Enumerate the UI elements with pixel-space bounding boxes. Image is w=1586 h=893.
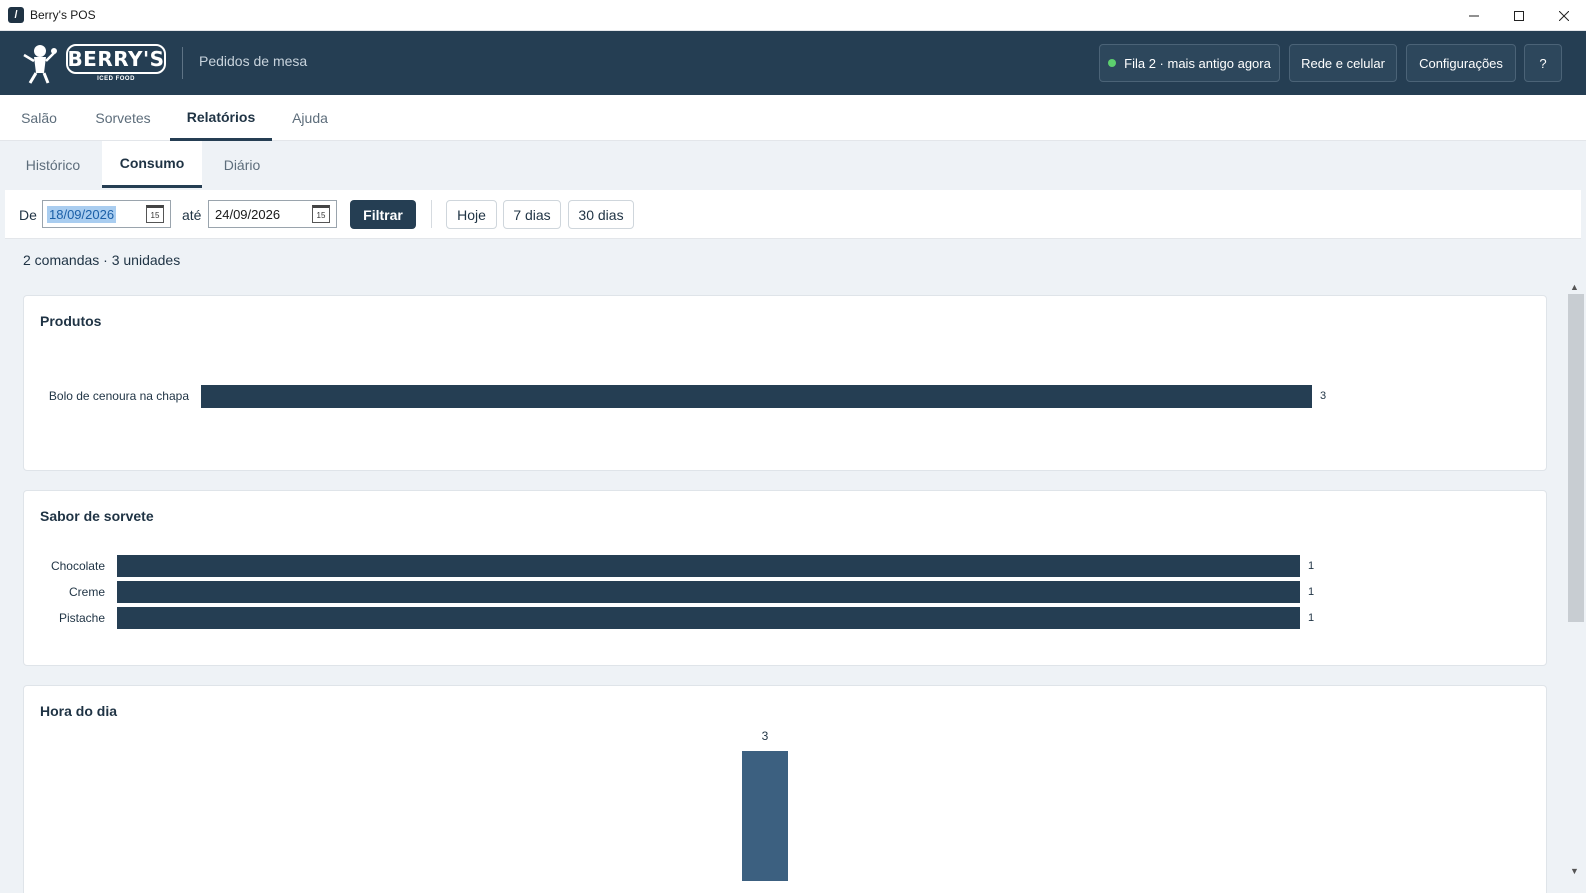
filter-bar: De 18/09/2026 15 até 24/09/2026 15 Filtr… <box>5 190 1581 239</box>
chart-title: Produtos <box>40 313 102 329</box>
subtab-historico[interactable]: Histórico <box>9 141 97 188</box>
to-date-field[interactable]: 24/09/2026 15 <box>208 200 337 228</box>
bar-label: Chocolate <box>50 559 105 573</box>
bar-value-label: 1 <box>1308 560 1315 572</box>
brand-logo: BERRY'S ICED FOOD <box>16 39 166 87</box>
tab-ajuda[interactable]: Ajuda <box>282 95 338 141</box>
tab-salao[interactable]: Salão <box>9 95 69 141</box>
chart-card-hora: Hora do dia 3 <box>23 685 1547 893</box>
today-button[interactable]: Hoje <box>446 200 497 229</box>
chart-title: Hora do dia <box>40 703 118 719</box>
network-button[interactable]: Rede e celular <box>1289 44 1397 82</box>
scrollbar-thumb[interactable] <box>1568 294 1584 622</box>
logo-badge: BERRY'S <box>66 44 166 74</box>
subtab-diario[interactable]: Diário <box>207 141 277 188</box>
help-button[interactable]: ? <box>1524 44 1562 82</box>
bar-value-label: 1 <box>1308 586 1315 598</box>
bar-value-label: 3 <box>1320 390 1327 402</box>
chart-card-produtos: Produtos Bolo de cenoura na chapa 3 <box>23 295 1547 471</box>
window-title: Berry's POS <box>30 8 96 22</box>
minimize-icon[interactable] <box>1451 0 1496 31</box>
bar-label: Creme <box>68 585 105 599</box>
from-date-field[interactable]: 18/09/2026 15 <box>42 200 171 228</box>
tab-sorvetes[interactable]: Sorvetes <box>84 95 162 141</box>
chart-title: Sabor de sorvete <box>40 508 154 524</box>
close-icon[interactable] <box>1541 0 1586 31</box>
bar <box>117 581 1300 603</box>
filter-divider <box>431 200 432 228</box>
bar-label: Bolo de cenoura na chapa <box>48 389 189 403</box>
mascot-icon <box>23 45 57 84</box>
subtab-consumo[interactable]: Consumo <box>102 141 202 188</box>
bar-value-label: 3 <box>761 729 769 743</box>
bar-value-label: 1 <box>1308 612 1315 624</box>
summary-text: 2 comandas · 3 unidades <box>23 252 181 268</box>
bar <box>117 607 1300 629</box>
thirty-days-button[interactable]: 30 dias <box>568 200 634 229</box>
queue-status-label: Fila 2 · mais antigo agora <box>1124 55 1271 71</box>
bar-label: Pistache <box>58 611 105 625</box>
bar <box>117 555 1300 577</box>
tab-relatorios[interactable]: Relatórios <box>170 95 272 141</box>
queue-status-button[interactable]: Fila 2 · mais antigo agora <box>1099 44 1280 82</box>
app-icon: / <box>8 7 24 23</box>
from-date-value: 18/09/2026 <box>47 205 117 223</box>
logo-subtext: ICED FOOD <box>97 76 135 82</box>
calendar-icon[interactable]: 15 <box>146 205 164 223</box>
settings-button[interactable]: Configurações <box>1406 44 1516 82</box>
bar <box>742 751 788 881</box>
chart-card-sabor: Sabor de sorvete Chocolate 1 Creme 1 Pistach… <box>23 490 1547 666</box>
to-date-value: 24/09/2026 <box>215 206 281 222</box>
header-subtitle: Pedidos de mesa <box>199 53 308 69</box>
to-label: até <box>182 207 202 223</box>
scrollbar[interactable]: ▲ ▼ <box>1566 280 1586 893</box>
from-label: De <box>19 207 37 223</box>
scroll-down-icon[interactable]: ▼ <box>1570 866 1579 876</box>
seven-days-button[interactable]: 7 dias <box>503 200 561 229</box>
window-controls <box>1451 0 1586 31</box>
sub-tabs: Histórico Consumo Diário <box>0 141 1586 188</box>
bar <box>201 385 1312 408</box>
calendar-icon[interactable]: 15 <box>312 205 330 223</box>
maximize-icon[interactable] <box>1496 0 1541 31</box>
header-divider <box>182 47 183 79</box>
filter-button[interactable]: Filtrar <box>350 200 416 229</box>
app-header: BERRY'S ICED FOOD Pedidos de mesa Fila 2… <box>0 31 1586 95</box>
scroll-up-icon[interactable]: ▲ <box>1570 282 1579 292</box>
status-dot-icon <box>1108 59 1117 67</box>
window-titlebar: / Berry's POS <box>0 0 1586 31</box>
main-tabs: Salão Sorvetes Relatórios Ajuda <box>0 95 1586 141</box>
